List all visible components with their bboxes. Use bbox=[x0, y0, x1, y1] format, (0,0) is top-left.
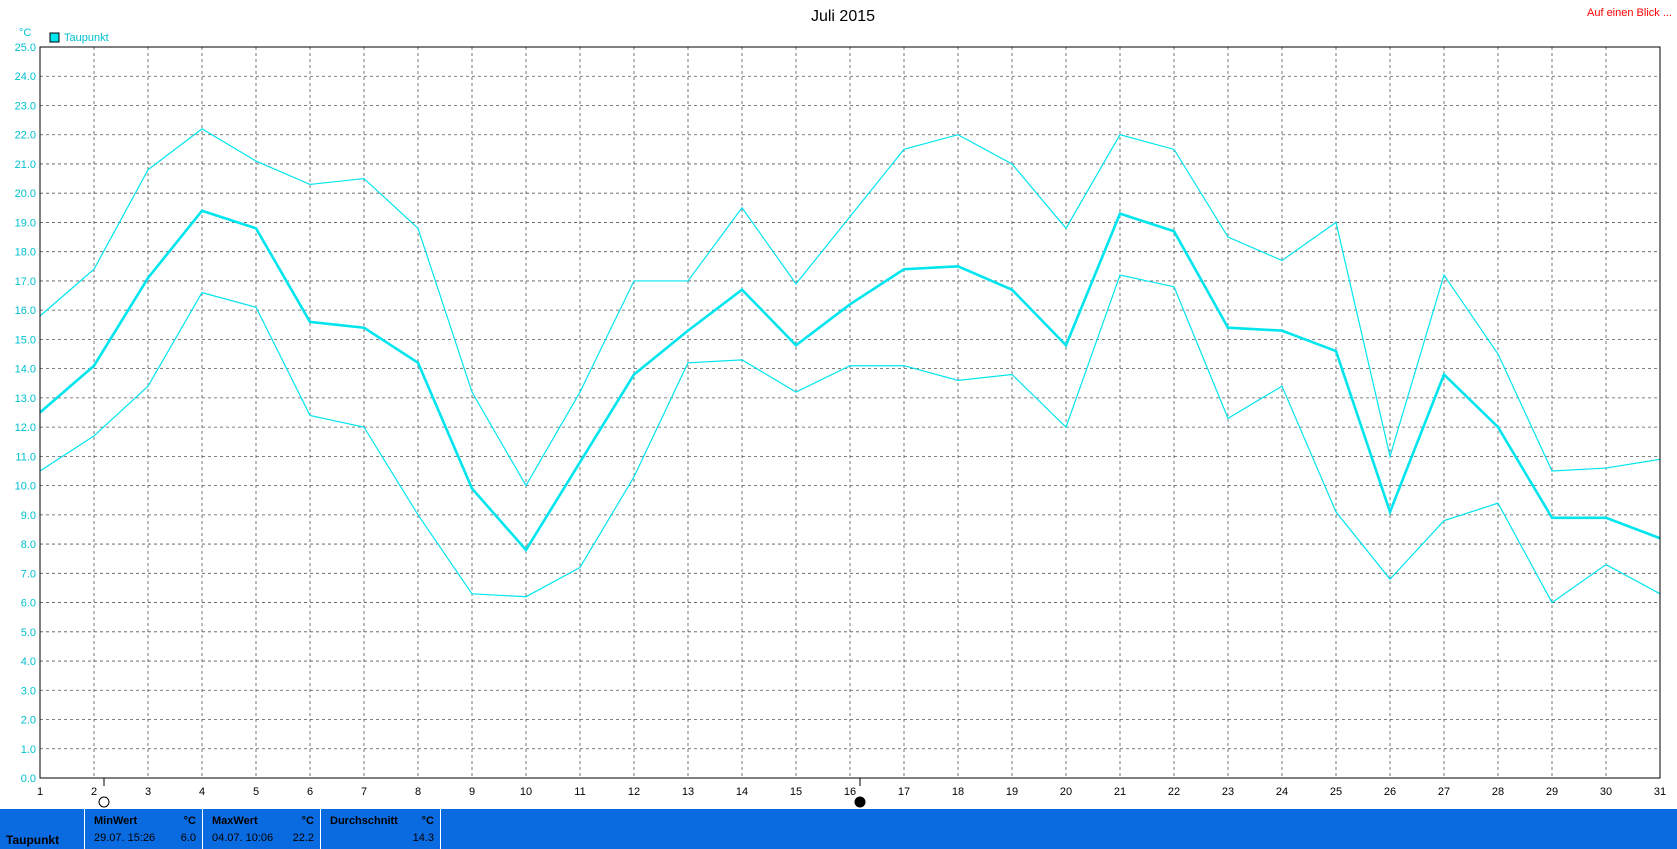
x-tick-label: 23 bbox=[1222, 786, 1234, 798]
full-moon-icon bbox=[854, 796, 866, 808]
y-tick-label: 14.0 bbox=[15, 364, 36, 376]
x-tick-label: 26 bbox=[1384, 786, 1396, 798]
avg-cell: Durchschnitt °C 14.3 bbox=[324, 809, 441, 849]
avg-unit: °C bbox=[421, 815, 434, 827]
max-date: 04.07. 10:06 bbox=[212, 832, 274, 844]
y-tick-label: 24.0 bbox=[15, 71, 36, 83]
y-axis-unit: °C bbox=[19, 27, 31, 39]
stats-bar: Taupunkt MinWert °C 29.07. 15:26 6.0 Max… bbox=[0, 809, 1677, 849]
y-tick-label: 3.0 bbox=[21, 685, 36, 697]
x-tick-label: 6 bbox=[307, 786, 313, 798]
min-cell: MinWert °C 29.07. 15:26 6.0 bbox=[88, 809, 203, 849]
y-tick-label: 11.0 bbox=[15, 451, 36, 463]
min-header: MinWert bbox=[94, 815, 138, 827]
y-tick-label: 6.0 bbox=[21, 598, 36, 610]
y-tick-label: 5.0 bbox=[21, 627, 36, 639]
y-tick-label: 4.0 bbox=[21, 656, 36, 668]
x-ticks: 1 2 3 4 5 6 7 8 9 10 11 12 13 14 15 16 17 18 19 20 21 22 23 24 2… bbox=[37, 786, 1666, 798]
x-tick-label: 12 bbox=[628, 786, 640, 798]
x-tick-label: 27 bbox=[1438, 786, 1450, 798]
y-tick-label: 7.0 bbox=[21, 568, 36, 580]
y-tick-label: 10.0 bbox=[15, 481, 36, 493]
min-value: 6.0 bbox=[180, 832, 196, 844]
y-tick-label: 19.0 bbox=[15, 217, 36, 229]
chart: Juli 2015 Auf einen Blick ... °C Taupunk… bbox=[15, 7, 1672, 808]
x-tick-label: 9 bbox=[469, 786, 475, 798]
y-ticks: 0.0 1.0 2.0 3.0 4.0 5.0 6.0 7.0 8.0 9.0 10.0 11.0 12… bbox=[15, 42, 36, 785]
x-tick-label: 31 bbox=[1654, 786, 1666, 798]
y-tick-label: 13.0 bbox=[15, 393, 36, 405]
y-tick-label: 22.0 bbox=[15, 130, 36, 142]
max-header: MaxWert bbox=[212, 815, 258, 827]
overview-link[interactable]: Auf einen Blick ... bbox=[1587, 7, 1672, 19]
x-tick-label: 17 bbox=[898, 786, 910, 798]
y-tick-label: 9.0 bbox=[21, 510, 36, 522]
x-tick-label: 5 bbox=[253, 786, 259, 798]
x-tick-label: 7 bbox=[361, 786, 367, 798]
x-tick-label: 20 bbox=[1060, 786, 1072, 798]
min-unit: °C bbox=[183, 815, 196, 827]
y-tick-label: 1.0 bbox=[21, 744, 36, 756]
x-tick-label: 16 bbox=[844, 786, 856, 798]
grid bbox=[39, 46, 1661, 779]
x-tick-label: 25 bbox=[1330, 786, 1342, 798]
legend-label: Taupunkt bbox=[64, 32, 109, 44]
y-tick-label: 25.0 bbox=[15, 42, 36, 54]
x-tick-label: 29 bbox=[1546, 786, 1558, 798]
x-tick-label: 22 bbox=[1168, 786, 1180, 798]
x-tick-label: 21 bbox=[1114, 786, 1126, 798]
y-tick-label: 18.0 bbox=[15, 247, 36, 259]
x-tick-label: 3 bbox=[145, 786, 151, 798]
x-tick-label: 2 bbox=[91, 786, 97, 798]
x-tick-label: 18 bbox=[952, 786, 964, 798]
avg-value: 14.3 bbox=[412, 832, 434, 844]
legend-swatch bbox=[49, 32, 60, 43]
moon-markers bbox=[98, 778, 866, 808]
y-tick-label: 0.0 bbox=[21, 773, 36, 785]
x-tick-label: 8 bbox=[415, 786, 421, 798]
x-tick-label: 13 bbox=[682, 786, 694, 798]
x-tick-label: 11 bbox=[574, 786, 585, 798]
legend: Taupunkt bbox=[49, 32, 109, 44]
y-tick-label: 20.0 bbox=[15, 188, 36, 200]
max-cell: MaxWert °C 04.07. 10:06 22.2 bbox=[206, 809, 321, 849]
avg-header: Durchschnitt bbox=[330, 815, 398, 827]
chart-title: Juli 2015 bbox=[811, 8, 875, 25]
x-tick-label: 15 bbox=[790, 786, 802, 798]
stats-row-label: Taupunkt bbox=[6, 833, 60, 847]
y-tick-label: 2.0 bbox=[21, 715, 36, 727]
min-date: 29.07. 15:26 bbox=[94, 832, 156, 844]
y-tick-label: 23.0 bbox=[15, 100, 36, 112]
x-tick-label: 1 bbox=[37, 786, 43, 798]
y-tick-label: 16.0 bbox=[15, 305, 36, 317]
y-tick-label: 17.0 bbox=[15, 276, 36, 288]
x-tick-label: 14 bbox=[736, 786, 748, 798]
x-tick-label: 4 bbox=[199, 786, 205, 798]
x-tick-label: 28 bbox=[1492, 786, 1504, 798]
x-tick-label: 30 bbox=[1600, 786, 1612, 798]
y-tick-label: 12.0 bbox=[15, 422, 36, 434]
max-unit: °C bbox=[301, 815, 314, 827]
y-tick-label: 15.0 bbox=[15, 334, 36, 346]
y-tick-label: 8.0 bbox=[21, 539, 36, 551]
new-moon-icon bbox=[98, 796, 110, 808]
y-tick-label: 21.0 bbox=[15, 159, 36, 171]
x-tick-label: 19 bbox=[1006, 786, 1018, 798]
max-value: 22.2 bbox=[292, 832, 314, 844]
x-tick-label: 24 bbox=[1276, 786, 1288, 798]
x-tick-label: 10 bbox=[520, 786, 532, 798]
